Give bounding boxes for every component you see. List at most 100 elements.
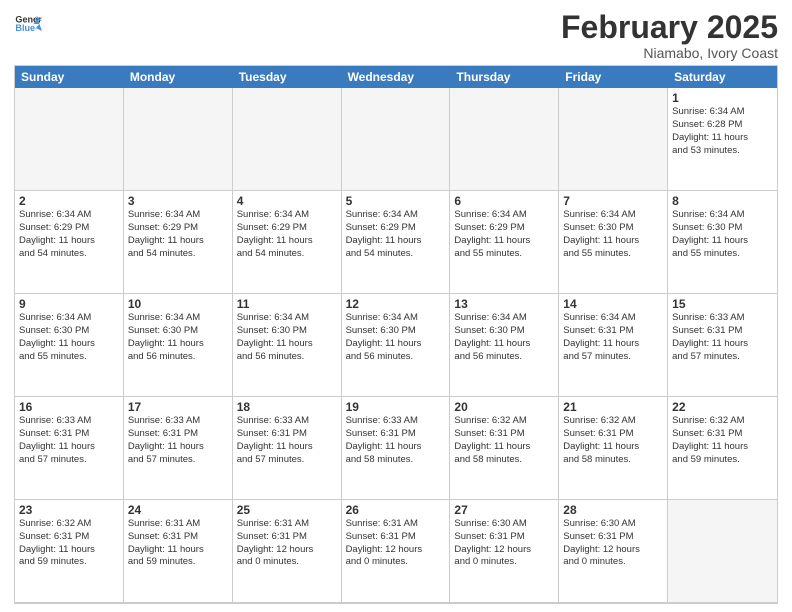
day-header: Monday	[124, 66, 233, 88]
cell-daylight-info: Sunrise: 6:31 AM Sunset: 6:31 PM Dayligh…	[237, 518, 337, 569]
cell-day-number: 6	[454, 194, 554, 208]
cell-daylight-info: Sunrise: 6:34 AM Sunset: 6:30 PM Dayligh…	[563, 209, 663, 260]
day-headers: SundayMondayTuesdayWednesdayThursdayFrid…	[15, 66, 777, 88]
calendar-cell: 12Sunrise: 6:34 AM Sunset: 6:30 PM Dayli…	[342, 294, 451, 397]
cell-day-number: 5	[346, 194, 446, 208]
cell-day-number: 21	[563, 400, 663, 414]
calendar-cell: 2Sunrise: 6:34 AM Sunset: 6:29 PM Daylig…	[15, 191, 124, 294]
cell-daylight-info: Sunrise: 6:34 AM Sunset: 6:28 PM Dayligh…	[672, 106, 773, 157]
cell-daylight-info: Sunrise: 6:33 AM Sunset: 6:31 PM Dayligh…	[346, 415, 446, 466]
day-header: Sunday	[15, 66, 124, 88]
cell-day-number: 7	[563, 194, 663, 208]
cell-daylight-info: Sunrise: 6:33 AM Sunset: 6:31 PM Dayligh…	[237, 415, 337, 466]
cell-day-number: 20	[454, 400, 554, 414]
calendar-cell: 25Sunrise: 6:31 AM Sunset: 6:31 PM Dayli…	[233, 500, 342, 603]
calendar-cell: 8Sunrise: 6:34 AM Sunset: 6:30 PM Daylig…	[668, 191, 777, 294]
cell-daylight-info: Sunrise: 6:30 AM Sunset: 6:31 PM Dayligh…	[563, 518, 663, 569]
cell-daylight-info: Sunrise: 6:34 AM Sunset: 6:30 PM Dayligh…	[454, 312, 554, 363]
calendar-cell: 3Sunrise: 6:34 AM Sunset: 6:29 PM Daylig…	[124, 191, 233, 294]
cell-daylight-info: Sunrise: 6:34 AM Sunset: 6:30 PM Dayligh…	[128, 312, 228, 363]
cell-day-number: 15	[672, 297, 773, 311]
cell-daylight-info: Sunrise: 6:34 AM Sunset: 6:29 PM Dayligh…	[237, 209, 337, 260]
cell-day-number: 25	[237, 503, 337, 517]
calendar-grid: 1Sunrise: 6:34 AM Sunset: 6:28 PM Daylig…	[15, 88, 777, 603]
cell-daylight-info: Sunrise: 6:33 AM Sunset: 6:31 PM Dayligh…	[128, 415, 228, 466]
cell-day-number: 4	[237, 194, 337, 208]
calendar-cell	[124, 88, 233, 191]
cell-day-number: 24	[128, 503, 228, 517]
cell-day-number: 16	[19, 400, 119, 414]
calendar-cell: 4Sunrise: 6:34 AM Sunset: 6:29 PM Daylig…	[233, 191, 342, 294]
calendar-cell: 1Sunrise: 6:34 AM Sunset: 6:28 PM Daylig…	[668, 88, 777, 191]
calendar-cell: 19Sunrise: 6:33 AM Sunset: 6:31 PM Dayli…	[342, 397, 451, 500]
calendar: SundayMondayTuesdayWednesdayThursdayFrid…	[14, 65, 778, 604]
cell-daylight-info: Sunrise: 6:34 AM Sunset: 6:30 PM Dayligh…	[672, 209, 773, 260]
cell-daylight-info: Sunrise: 6:34 AM Sunset: 6:31 PM Dayligh…	[563, 312, 663, 363]
cell-day-number: 1	[672, 91, 773, 105]
cell-daylight-info: Sunrise: 6:32 AM Sunset: 6:31 PM Dayligh…	[563, 415, 663, 466]
subtitle: Niamabo, Ivory Coast	[561, 45, 778, 61]
cell-daylight-info: Sunrise: 6:34 AM Sunset: 6:30 PM Dayligh…	[237, 312, 337, 363]
cell-day-number: 12	[346, 297, 446, 311]
calendar-cell: 22Sunrise: 6:32 AM Sunset: 6:31 PM Dayli…	[668, 397, 777, 500]
day-header: Friday	[559, 66, 668, 88]
calendar-cell: 28Sunrise: 6:30 AM Sunset: 6:31 PM Dayli…	[559, 500, 668, 603]
cell-daylight-info: Sunrise: 6:34 AM Sunset: 6:29 PM Dayligh…	[346, 209, 446, 260]
cell-daylight-info: Sunrise: 6:32 AM Sunset: 6:31 PM Dayligh…	[454, 415, 554, 466]
cell-day-number: 22	[672, 400, 773, 414]
cell-daylight-info: Sunrise: 6:34 AM Sunset: 6:29 PM Dayligh…	[454, 209, 554, 260]
cell-day-number: 14	[563, 297, 663, 311]
cell-day-number: 2	[19, 194, 119, 208]
calendar-cell: 20Sunrise: 6:32 AM Sunset: 6:31 PM Dayli…	[450, 397, 559, 500]
calendar-cell: 11Sunrise: 6:34 AM Sunset: 6:30 PM Dayli…	[233, 294, 342, 397]
calendar-cell: 15Sunrise: 6:33 AM Sunset: 6:31 PM Dayli…	[668, 294, 777, 397]
header: General Blue February 2025 Niamabo, Ivor…	[14, 10, 778, 61]
day-header: Wednesday	[342, 66, 451, 88]
cell-day-number: 23	[19, 503, 119, 517]
calendar-cell: 9Sunrise: 6:34 AM Sunset: 6:30 PM Daylig…	[15, 294, 124, 397]
calendar-cell: 18Sunrise: 6:33 AM Sunset: 6:31 PM Dayli…	[233, 397, 342, 500]
cell-daylight-info: Sunrise: 6:31 AM Sunset: 6:31 PM Dayligh…	[128, 518, 228, 569]
calendar-cell: 16Sunrise: 6:33 AM Sunset: 6:31 PM Dayli…	[15, 397, 124, 500]
cell-day-number: 28	[563, 503, 663, 517]
day-header: Thursday	[450, 66, 559, 88]
cell-day-number: 10	[128, 297, 228, 311]
cell-day-number: 8	[672, 194, 773, 208]
svg-text:Blue: Blue	[15, 23, 35, 33]
cell-day-number: 9	[19, 297, 119, 311]
calendar-cell: 13Sunrise: 6:34 AM Sunset: 6:30 PM Dayli…	[450, 294, 559, 397]
calendar-cell: 27Sunrise: 6:30 AM Sunset: 6:31 PM Dayli…	[450, 500, 559, 603]
cell-daylight-info: Sunrise: 6:32 AM Sunset: 6:31 PM Dayligh…	[19, 518, 119, 569]
calendar-cell: 21Sunrise: 6:32 AM Sunset: 6:31 PM Dayli…	[559, 397, 668, 500]
cell-daylight-info: Sunrise: 6:31 AM Sunset: 6:31 PM Dayligh…	[346, 518, 446, 569]
cell-day-number: 3	[128, 194, 228, 208]
calendar-cell: 26Sunrise: 6:31 AM Sunset: 6:31 PM Dayli…	[342, 500, 451, 603]
cell-day-number: 26	[346, 503, 446, 517]
cell-daylight-info: Sunrise: 6:32 AM Sunset: 6:31 PM Dayligh…	[672, 415, 773, 466]
cell-day-number: 27	[454, 503, 554, 517]
calendar-cell: 10Sunrise: 6:34 AM Sunset: 6:30 PM Dayli…	[124, 294, 233, 397]
calendar-cell: 24Sunrise: 6:31 AM Sunset: 6:31 PM Dayli…	[124, 500, 233, 603]
calendar-cell: 14Sunrise: 6:34 AM Sunset: 6:31 PM Dayli…	[559, 294, 668, 397]
calendar-cell	[668, 500, 777, 603]
day-header: Tuesday	[233, 66, 342, 88]
logo: General Blue	[14, 10, 42, 38]
calendar-cell: 17Sunrise: 6:33 AM Sunset: 6:31 PM Dayli…	[124, 397, 233, 500]
calendar-cell: 5Sunrise: 6:34 AM Sunset: 6:29 PM Daylig…	[342, 191, 451, 294]
calendar-cell	[559, 88, 668, 191]
cell-daylight-info: Sunrise: 6:30 AM Sunset: 6:31 PM Dayligh…	[454, 518, 554, 569]
calendar-cell: 23Sunrise: 6:32 AM Sunset: 6:31 PM Dayli…	[15, 500, 124, 603]
calendar-cell	[15, 88, 124, 191]
cell-daylight-info: Sunrise: 6:34 AM Sunset: 6:30 PM Dayligh…	[346, 312, 446, 363]
calendar-cell	[233, 88, 342, 191]
cell-day-number: 19	[346, 400, 446, 414]
cell-daylight-info: Sunrise: 6:33 AM Sunset: 6:31 PM Dayligh…	[672, 312, 773, 363]
calendar-cell: 6Sunrise: 6:34 AM Sunset: 6:29 PM Daylig…	[450, 191, 559, 294]
cell-daylight-info: Sunrise: 6:34 AM Sunset: 6:29 PM Dayligh…	[19, 209, 119, 260]
cell-day-number: 18	[237, 400, 337, 414]
cell-day-number: 13	[454, 297, 554, 311]
cell-daylight-info: Sunrise: 6:33 AM Sunset: 6:31 PM Dayligh…	[19, 415, 119, 466]
cell-day-number: 11	[237, 297, 337, 311]
month-title: February 2025	[561, 10, 778, 45]
logo-icon: General Blue	[14, 10, 42, 38]
